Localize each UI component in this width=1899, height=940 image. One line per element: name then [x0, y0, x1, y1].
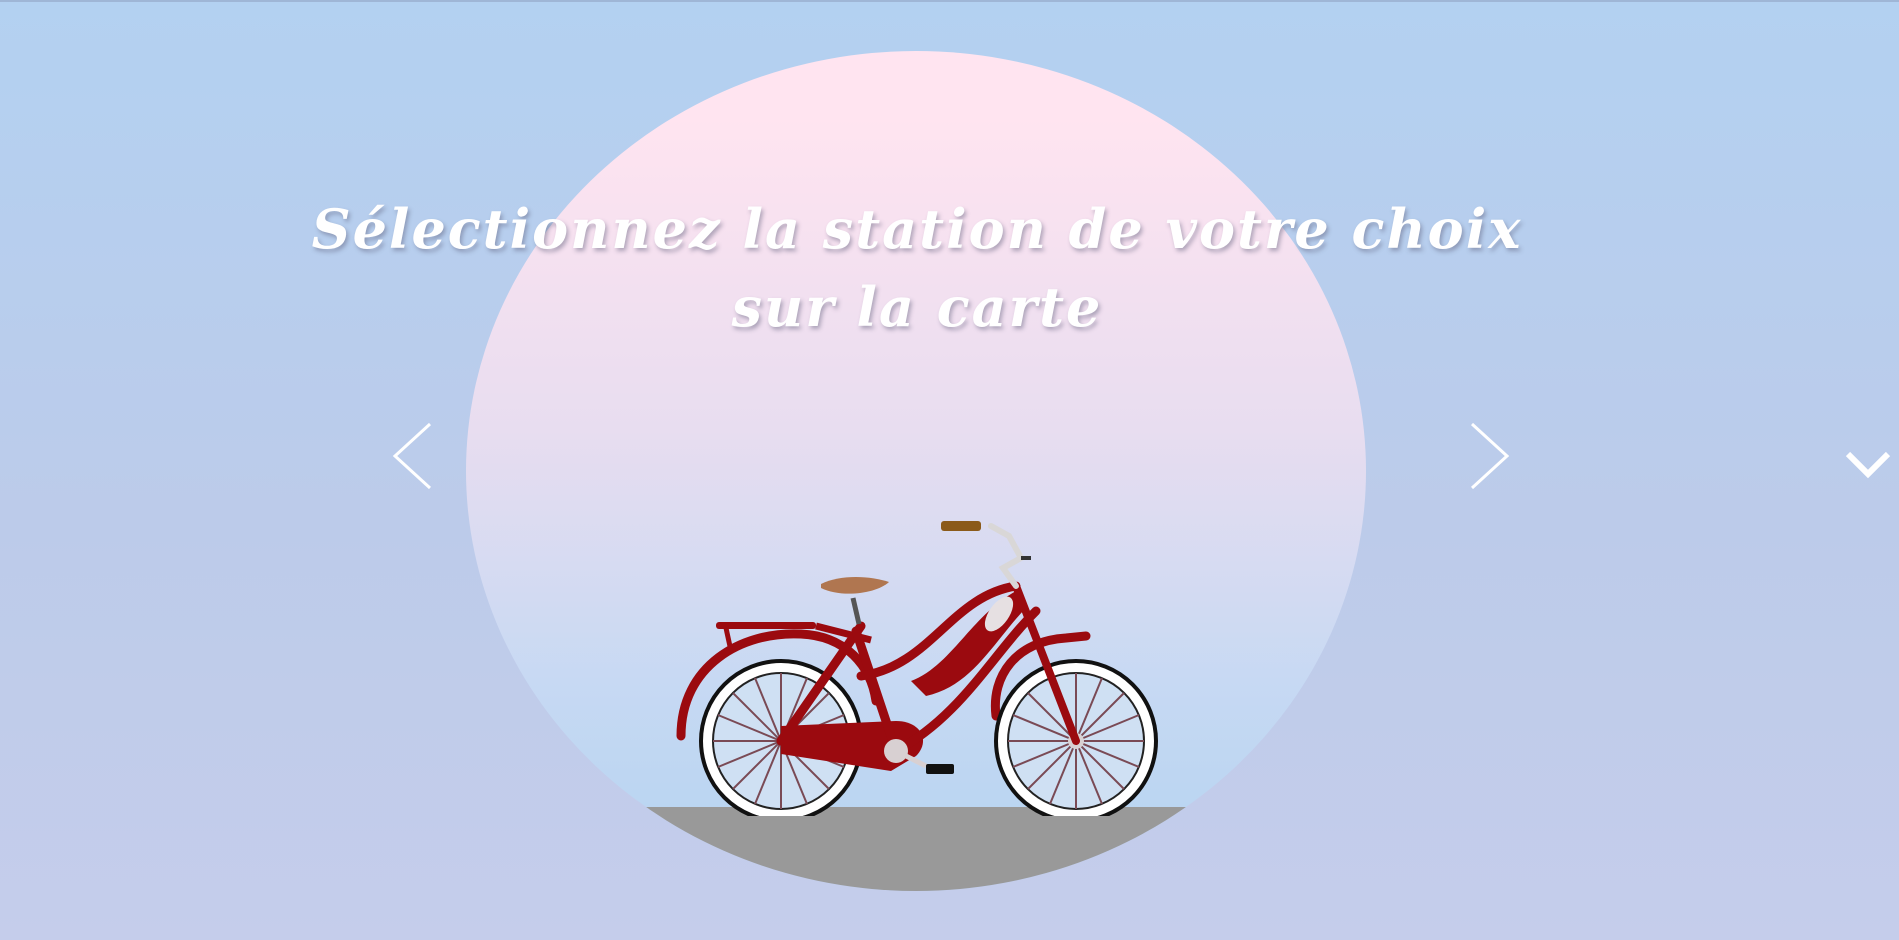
chevron-down-icon	[1845, 451, 1891, 479]
page-title: Sélectionnez la station de votre choix s…	[200, 190, 1634, 346]
previous-slide-button[interactable]	[385, 416, 445, 496]
next-slide-button[interactable]	[1457, 416, 1517, 496]
chevron-right-icon	[1470, 422, 1510, 490]
page-title-line2: sur la carte	[731, 275, 1103, 339]
top-border	[0, 0, 1899, 2]
hero-illustration	[466, 51, 1366, 891]
bicycle-illustration	[676, 521, 1158, 816]
chevron-left-icon	[392, 422, 432, 490]
page-title-line1: Sélectionnez la station de votre choix	[311, 197, 1523, 261]
ground	[466, 807, 1366, 891]
scroll-down-button[interactable]	[1842, 446, 1894, 484]
